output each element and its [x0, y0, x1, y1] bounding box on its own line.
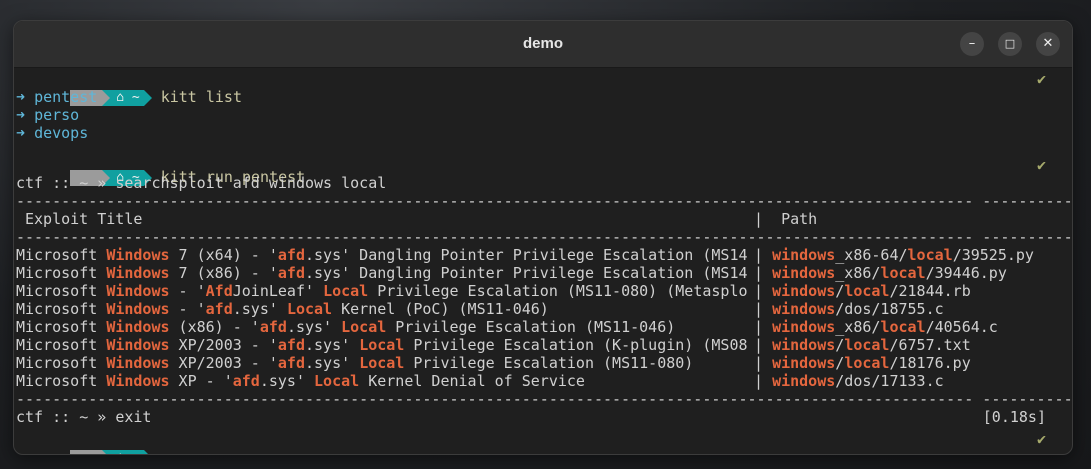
exploit-title: Microsoft Windows XP/2003 - 'afd.sys' Lo… — [16, 354, 754, 372]
minimize-button[interactable]: – — [960, 32, 984, 56]
table-separator: ----------------------------------------… — [16, 390, 1073, 408]
prompt-segment-path: ⌂ ~ — [110, 89, 144, 106]
arrow-icon: ➜ — [16, 124, 26, 142]
exploit-path: windows_x86/local/40564.c — [772, 318, 998, 336]
shell-prompt: ctf :: ~ » — [16, 174, 116, 192]
prompt-segment-user — [70, 449, 103, 454]
table-row: Microsoft Windows - 'AfdJoinLeaf' Local … — [16, 282, 971, 300]
exploit-path: windows/dos/17133.c — [772, 372, 944, 390]
exploit-title: Microsoft Windows XP/2003 - 'afd.sys' Lo… — [16, 336, 754, 354]
terminal-content[interactable]: ⌂ ~ kitt list ✔ ➜ pentest ➜ perso ➜ devo… — [16, 68, 1072, 454]
exploit-title: Microsoft Windows - 'AfdJoinLeaf' Local … — [16, 282, 754, 300]
exploit-title: Microsoft Windows 7 (x86) - 'afd.sys' Da… — [16, 264, 754, 282]
shell-command-line: ctf :: ~ » searchsploit afd windows loca… — [16, 174, 386, 192]
home-icon: ⌂ — [116, 89, 125, 105]
prompt-line: ⌂ ~ kitt list — [16, 70, 242, 106]
exploit-title: Microsoft Windows XP - 'afd.sys' Local K… — [16, 372, 754, 390]
exploit-path: windows/dos/18755.c — [772, 300, 944, 318]
check-icon: ✔ — [1036, 70, 1046, 88]
exploit-title: Microsoft Windows 7 (x64) - 'afd.sys' Da… — [16, 246, 754, 264]
search-command: searchsploit afd windows local — [115, 174, 387, 192]
prompt-line: ⌂ ~ kitt run pentest — [16, 150, 305, 186]
prompt-segment-path: ⌂ ~ — [110, 449, 144, 455]
timing-label: [0.18s] — [982, 408, 1046, 426]
maximize-button[interactable]: □ — [998, 32, 1022, 56]
exploit-path: windows_x86-64/local/39525.py — [772, 246, 1034, 264]
table-separator: ----------------------------------------… — [16, 192, 1073, 210]
command-text: kitt list — [160, 88, 242, 106]
table-row: Microsoft Windows (x86) - 'afd.sys' Loca… — [16, 318, 998, 336]
terminal-window: demo – □ ✕ ⌂ ~ kitt list ✔ ➜ pentest ➜ p… — [13, 20, 1073, 455]
exploit-path: windows_x86/local/39446.py — [772, 264, 1007, 282]
arrow-icon: ➜ — [16, 106, 26, 124]
check-icon: ✔ — [1036, 430, 1046, 448]
list-item: ➜ devops — [16, 124, 89, 142]
exploit-title: Microsoft Windows - 'afd.sys' Local Kern… — [16, 300, 712, 318]
window-title: demo — [522, 35, 563, 52]
arrow-icon: ➜ — [16, 88, 26, 106]
table-row: Microsoft Windows XP - 'afd.sys' Local K… — [16, 372, 944, 390]
table-separator: ----------------------------------------… — [16, 228, 1073, 246]
exploit-title: Microsoft Windows (x86) - 'afd.sys' Loca… — [16, 318, 748, 336]
table-row: Microsoft Windows - 'afd.sys' Local Kern… — [16, 300, 944, 318]
close-button[interactable]: ✕ — [1036, 32, 1060, 56]
table-row: Microsoft Windows 7 (x64) - 'afd.sys' Da… — [16, 246, 1034, 264]
home-icon: ⌂ — [116, 450, 124, 455]
list-item: ➜ perso — [16, 106, 80, 124]
exit-command: exit — [115, 408, 152, 426]
shell-prompt: ctf :: ~ » — [16, 408, 116, 426]
exploit-path: windows/local/6757.txt — [772, 336, 971, 354]
title-bar: demo – □ ✕ — [14, 21, 1072, 68]
table-row: Microsoft Windows 7 (x86) - 'afd.sys' Da… — [16, 264, 1007, 282]
check-icon: ✔ — [1036, 156, 1046, 174]
table-row: Microsoft Windows XP/2003 - 'afd.sys' Lo… — [16, 354, 971, 372]
table-header: Exploit Title | Path — [16, 210, 817, 228]
header-exploit-title: Exploit Title — [25, 210, 143, 228]
list-item: ➜ pentest — [16, 88, 98, 106]
exploit-path: windows/local/18176.py — [772, 354, 971, 372]
prompt-line: ⌂ ~ — [16, 430, 152, 454]
exploit-path: windows/local/21844.rb — [772, 282, 971, 300]
shell-command-line: ctf :: ~ » exit — [16, 408, 151, 426]
table-row: Microsoft Windows XP/2003 - 'afd.sys' Lo… — [16, 336, 971, 354]
header-path: Path — [781, 210, 818, 228]
